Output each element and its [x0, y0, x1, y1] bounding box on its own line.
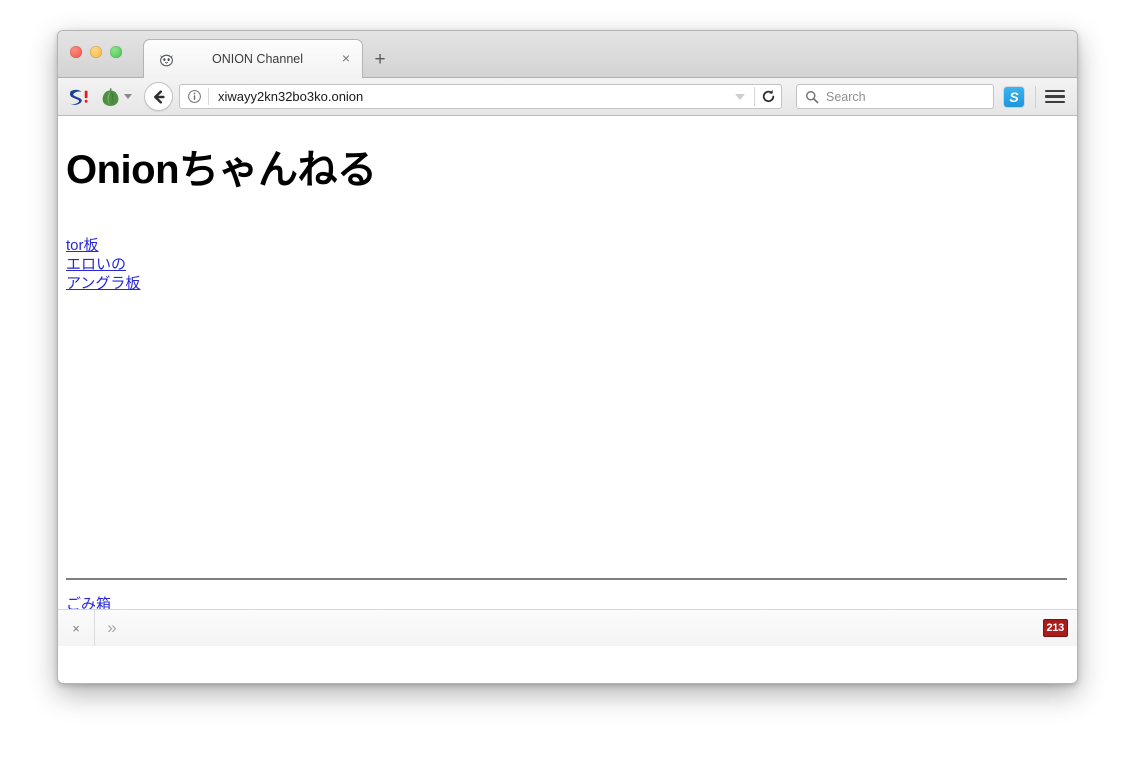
board-link-angura[interactable]: アングラ板 [66, 274, 140, 293]
reload-button[interactable] [755, 84, 781, 109]
back-arrow-icon [153, 89, 165, 104]
minimize-window-button[interactable] [90, 46, 102, 58]
chevron-down-icon [124, 94, 132, 99]
board-link-ero[interactable]: エロいの [66, 255, 126, 274]
list-item: エロいの [66, 255, 1069, 274]
sharp-logo-icon[interactable] [69, 87, 91, 107]
horizontal-divider [66, 578, 1067, 580]
reload-icon [762, 89, 774, 103]
window-controls [70, 46, 122, 58]
tab-strip: ONION Channel × + [58, 31, 1077, 78]
skype-extension-button[interactable]: S [1004, 86, 1024, 107]
find-bar: × » 213 [58, 609, 1077, 646]
page-title: Onionちゃんねる [66, 148, 377, 192]
list-item: アングラ板 [66, 274, 1069, 293]
new-tab-button[interactable]: + [369, 49, 391, 71]
back-button[interactable] [144, 82, 173, 111]
browser-window: ONION Channel × + xiwayy2kn32bo3ko.onion… [57, 30, 1078, 684]
search-input[interactable]: Search [826, 90, 866, 104]
find-close-icon[interactable]: × [58, 621, 94, 636]
hamburger-icon[interactable] [1045, 89, 1065, 104]
tab-title: ONION Channel [211, 52, 303, 66]
onion-icon [102, 87, 119, 106]
toolbar-divider [1035, 85, 1036, 108]
search-icon [806, 90, 819, 103]
url-text[interactable]: xiwayy2kn32bo3ko.onion [209, 89, 735, 104]
tab-onion-channel[interactable]: ONION Channel × [143, 39, 363, 78]
zoom-window-button[interactable] [110, 46, 122, 58]
navigation-toolbar: xiwayy2kn32bo3ko.onion Search S [58, 78, 1077, 116]
cat-face-icon [160, 54, 173, 66]
board-link-list: tor板 エロいの アングラ板 [66, 236, 1069, 293]
search-bar[interactable]: Search [796, 84, 994, 109]
tab-close-icon[interactable]: × [338, 51, 354, 67]
address-bar[interactable]: xiwayy2kn32bo3ko.onion [179, 84, 782, 109]
list-item: tor板 [66, 236, 1069, 255]
info-circle-icon[interactable] [187, 89, 202, 104]
status-badge: 213 [1042, 619, 1068, 637]
page-content: Onionちゃんねる tor板 エロいの アングラ板 ごみ箱 [58, 116, 1077, 646]
find-next-icon[interactable]: » [95, 618, 129, 638]
address-history-dropdown-icon[interactable] [735, 93, 745, 100]
close-window-button[interactable] [70, 46, 82, 58]
tor-onion-button[interactable] [101, 87, 132, 107]
page-viewport: Onionちゃんねる tor板 エロいの アングラ板 ごみ箱 × » 213 [58, 116, 1077, 646]
board-link-tor[interactable]: tor板 [66, 236, 99, 255]
screen: ONION Channel × + xiwayy2kn32bo3ko.onion… [0, 0, 1135, 766]
